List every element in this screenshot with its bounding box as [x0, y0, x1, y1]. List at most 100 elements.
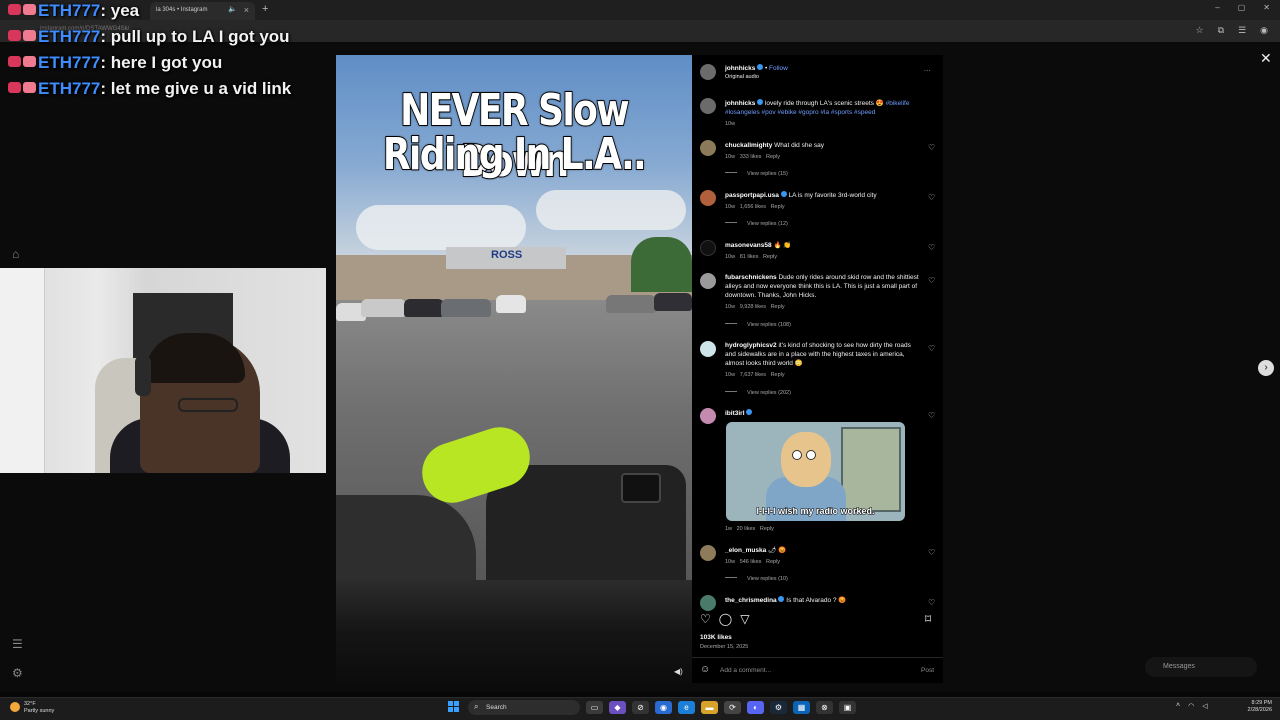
comment-avatar[interactable] [700, 273, 716, 289]
app-icon[interactable]: ⊗ [816, 701, 833, 714]
menu-icon[interactable]: ☰ [12, 637, 23, 651]
comment-likes[interactable]: 9,928 likes [740, 304, 766, 310]
comment-like-icon[interactable]: ♡ [928, 411, 935, 420]
tray-chevron-icon[interactable]: ˄ [1176, 702, 1180, 710]
sidebar-icon[interactable]: ☰ [1238, 25, 1246, 36]
extensions-icon[interactable]: ⧉ [1218, 25, 1224, 36]
comment-likes[interactable]: 81 likes [740, 254, 759, 260]
taskbar-clock[interactable]: 8:29 PM 2/28/2026 [1236, 700, 1272, 714]
comment-avatar[interactable] [700, 545, 716, 561]
comment-like-icon[interactable]: ♡ [928, 243, 935, 252]
home-icon[interactable]: ⌂ [12, 247, 19, 261]
comment-likes[interactable]: 7,637 likes [740, 372, 766, 378]
comment-avatar[interactable] [700, 595, 716, 611]
share-icon[interactable]: ▽ [740, 612, 749, 626]
comment-username[interactable]: masonevans58 [725, 242, 772, 249]
volume-icon[interactable]: ◁ [1202, 702, 1207, 710]
chrome-icon[interactable]: ◉ [655, 701, 672, 714]
close-modal-icon[interactable]: ✕ [1260, 50, 1272, 67]
store-icon[interactable]: ▦ [793, 701, 810, 714]
tab-mute-icon[interactable]: 🔈 [228, 5, 237, 13]
comment-username[interactable]: chuckallmighty [725, 142, 772, 149]
app-icon[interactable]: ⊘ [632, 701, 649, 714]
view-replies-button[interactable]: View replies (12) [725, 221, 788, 227]
reel-video[interactable]: ROSS NEVER Slow Down Riding In L.A.. ◀) [336, 55, 692, 683]
messages-button[interactable]: Messages [1145, 657, 1257, 677]
start-button[interactable] [448, 701, 460, 713]
comment-likes[interactable]: 20 likes [737, 526, 756, 532]
comment-like-icon[interactable]: ♡ [928, 344, 935, 353]
comment-like-icon[interactable]: ♡ [928, 276, 935, 285]
post-comment-button[interactable]: Post [921, 667, 934, 674]
reply-button[interactable]: Reply [771, 372, 785, 378]
comment-avatar[interactable] [700, 240, 716, 256]
file-explorer-icon[interactable]: ▬ [701, 701, 718, 714]
browser-tab[interactable]: la 304s • Instagram 🔈 × [150, 2, 255, 20]
comment-like-icon[interactable]: ♡ [928, 548, 935, 557]
comment-username[interactable]: _elon_muska [725, 547, 766, 554]
author-avatar[interactable] [700, 98, 716, 114]
comment-username[interactable]: the_chrismedina [725, 597, 777, 604]
maximize-icon[interactable]: ▢ [1238, 3, 1246, 12]
tab-close-icon[interactable]: × [244, 5, 249, 15]
weather-icon[interactable] [10, 702, 20, 712]
minimize-icon[interactable]: – [1215, 3, 1219, 12]
caption-hashtag[interactable]: #bikelife [886, 100, 910, 107]
view-replies-button[interactable]: View replies (108) [725, 322, 791, 328]
edge-icon[interactable]: e [678, 701, 695, 714]
app-icon[interactable]: ⟳ [724, 701, 741, 714]
comment-avatar[interactable] [700, 190, 716, 206]
comment-icon[interactable]: ◯ [719, 612, 732, 626]
comment-username[interactable]: hydroglyphicsv2 [725, 342, 777, 349]
comment-likes[interactable]: 546 likes [740, 559, 762, 565]
post-likes[interactable]: 103K likes [700, 634, 732, 641]
more-options-icon[interactable]: ··· [924, 66, 931, 75]
task-view-icon[interactable]: ▭ [586, 701, 603, 714]
close-window-icon[interactable]: ✕ [1263, 3, 1270, 12]
author-avatar[interactable] [700, 64, 716, 80]
reply-button[interactable]: Reply [771, 304, 785, 310]
profile-icon[interactable]: ◉ [1260, 25, 1268, 36]
comment-like-icon[interactable]: ♡ [928, 598, 935, 607]
reply-button[interactable]: Reply [766, 154, 780, 160]
reply-button[interactable]: Reply [766, 559, 780, 565]
comment-likes[interactable]: 333 likes [740, 154, 762, 160]
steam-icon[interactable]: ⚙ [770, 701, 787, 714]
audio-label[interactable]: Original audio [725, 73, 759, 82]
next-post-button[interactable]: › [1258, 360, 1274, 376]
view-replies-button[interactable]: View replies (10) [725, 576, 788, 582]
comment-avatar[interactable] [700, 140, 716, 156]
comment-input[interactable]: Add a comment… [720, 667, 772, 674]
comment-username[interactable]: passportpapi.usa [725, 192, 779, 199]
audio-toggle-icon[interactable]: ◀) [674, 667, 683, 676]
discord-icon[interactable]: ◐ [747, 701, 764, 714]
reply-button[interactable]: Reply [763, 254, 777, 260]
copilot-icon[interactable]: ◆ [609, 701, 626, 714]
comment-meme-image[interactable]: I-I-I-I wish my radio worked. [726, 422, 905, 521]
comment-like-icon[interactable]: ♡ [928, 193, 935, 202]
view-replies-button[interactable]: View replies (15) [725, 171, 788, 177]
more-icon[interactable]: ⚙ [12, 666, 23, 680]
save-icon[interactable]: ⌑ [925, 612, 931, 626]
weather-widget[interactable]: 32°F Partly sunny [24, 701, 54, 715]
view-replies-button[interactable]: View replies (202) [725, 390, 791, 396]
caption-username[interactable]: johnhicks [725, 100, 755, 107]
comment-username[interactable]: ibit3irl [725, 410, 745, 417]
reply-button[interactable]: Reply [760, 526, 774, 532]
emoji-icon[interactable]: ☺ [700, 664, 710, 675]
terminal-icon[interactable]: ▣ [839, 701, 856, 714]
caption-hashtags[interactable]: #losangeles #pov #ebike #gopro #la #spor… [725, 109, 875, 116]
comment-like-icon[interactable]: ♡ [928, 143, 935, 152]
taskbar-search[interactable]: Search [468, 700, 580, 715]
comment-username[interactable]: fubarschnickens [725, 274, 777, 281]
comment-avatar[interactable] [700, 408, 716, 424]
like-icon[interactable]: ♡ [700, 612, 711, 626]
bookmark-star-icon[interactable]: ☆ [1196, 25, 1204, 36]
comment-avatar[interactable] [700, 341, 716, 357]
comment-likes[interactable]: 1,656 likes [740, 204, 766, 210]
follow-button[interactable]: Follow [769, 65, 788, 72]
wifi-icon[interactable]: ◠ [1188, 702, 1194, 710]
author-username[interactable]: johnhicks [725, 65, 755, 72]
reply-button[interactable]: Reply [771, 204, 785, 210]
new-tab-button[interactable]: + [262, 3, 268, 15]
